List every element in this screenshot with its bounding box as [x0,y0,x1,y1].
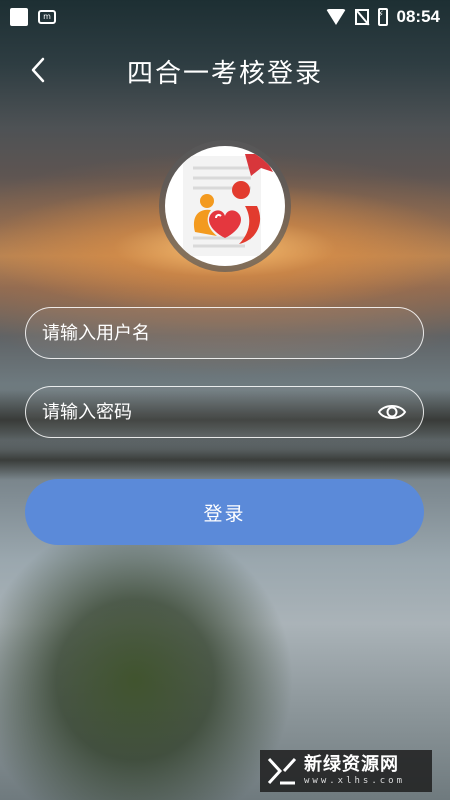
watermark-logo-icon [267,757,297,785]
watermark-subtitle: www.xlhs.com [304,776,406,786]
background-shore-band-2 [0,440,450,480]
status-time: 08:54 [396,6,440,26]
header: 四合一考核登录 [0,50,450,90]
app-notification-icon: m [38,9,56,24]
password-field[interactable] [25,386,424,438]
username-field[interactable] [25,307,424,359]
watermark: 新绿资源网 www.xlhs.com [260,750,432,792]
password-input[interactable] [42,401,377,423]
login-button[interactable]: 登录 [25,479,424,545]
wifi-icon [325,8,346,25]
battery-charging-icon [377,7,388,26]
logo-ring [159,140,291,272]
eye-icon[interactable] [377,402,407,422]
family-heart-logo [165,146,285,266]
notification-square-icon [10,7,28,26]
no-sim-icon [354,8,369,25]
status-bar: m 08:54 [0,0,450,33]
username-input[interactable] [42,322,407,344]
watermark-title: 新绿资源网 [304,754,399,775]
page-title: 四合一考核登录 [126,59,323,89]
